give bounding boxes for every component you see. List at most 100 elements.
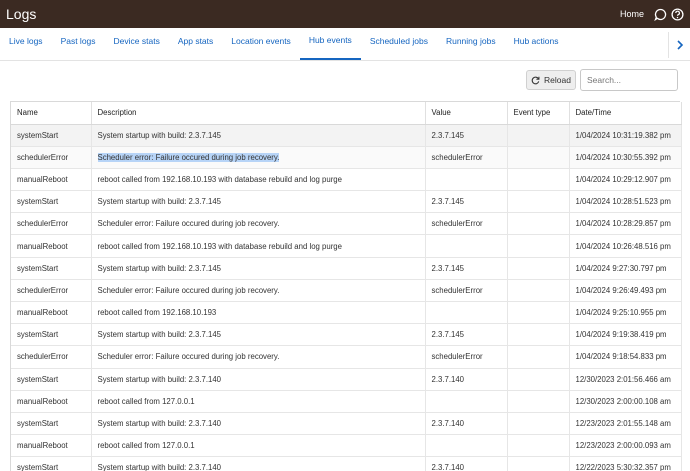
table-cell: reboot called from 192.168.10.193	[91, 301, 426, 325]
column-header-name[interactable]: Name	[11, 102, 92, 125]
table-row[interactable]: manualReboot reboot called from 127.0.0.1…	[11, 434, 682, 458]
table-row[interactable]: systemStart System startup with build: 2.…	[11, 124, 682, 147]
table-cell: 1/04/2024 9:25:10.955 pm	[569, 301, 682, 325]
table-row[interactable]: schedulerError Scheduler error: Failure o…	[11, 279, 682, 303]
table-cell: Scheduler error: Failure occured during …	[91, 212, 426, 236]
table-cell: schedulerError	[11, 146, 92, 169]
chat-icon[interactable]	[654, 8, 667, 21]
tab-hub-actions[interactable]: Hub actions	[505, 27, 568, 60]
table-cell	[507, 124, 570, 147]
table-cell: 1/04/2024 9:19:38.419 pm	[569, 323, 682, 347]
table-cell: System startup with build: 2.3.7.140	[91, 456, 426, 471]
table-row[interactable]: manualReboot reboot called from 192.168.1…	[11, 301, 682, 325]
table-cell: 1/04/2024 10:30:55.392 pm	[569, 146, 682, 169]
table-cell: 12/30/2023 2:01:56.466 am	[569, 368, 682, 391]
selected-text: Scheduler error: Failure occured during …	[97, 152, 280, 162]
table-cell: schedulerError	[425, 212, 508, 236]
tabs-scroll-right-button[interactable]	[668, 32, 690, 58]
tab-scheduled-jobs[interactable]: Scheduled jobs	[361, 27, 437, 60]
table-row[interactable]: manualReboot reboot called from 127.0.0.1…	[11, 390, 682, 413]
table-cell: systemStart	[11, 323, 92, 347]
table-cell: systemStart	[11, 456, 92, 471]
table-cell: reboot called from 127.0.0.1	[91, 434, 426, 458]
table-row[interactable]: schedulerError Scheduler error: Failure o…	[11, 345, 682, 369]
table-cell: schedulerError	[425, 345, 508, 369]
events-table: Name Description Value Event type Date/Time …	[10, 101, 682, 471]
table-cell: schedulerError	[11, 345, 92, 369]
search-input[interactable]	[580, 69, 678, 91]
table-cell: 2.3.7.145	[425, 124, 508, 147]
table-cell: System startup with build: 2.3.7.145	[91, 323, 426, 347]
table-cell: 1/04/2024 9:27:30.797 pm	[569, 257, 682, 280]
table-cell	[507, 434, 570, 458]
table-cell	[507, 190, 570, 214]
column-header-description[interactable]: Description	[91, 102, 426, 125]
table-cell	[507, 234, 570, 258]
table-cell: System startup with build: 2.3.7.145	[91, 190, 426, 214]
table-row[interactable]: systemStart System startup with build: 2.…	[11, 257, 682, 280]
table-cell: 1/04/2024 10:31:19.382 pm	[569, 124, 682, 147]
table-row[interactable]: systemStart System startup with build: 2.…	[11, 323, 682, 347]
tab-bar: Live logs Past logs Device stats App stats L…	[0, 28, 690, 61]
tab-app-stats[interactable]: App stats	[169, 27, 222, 60]
table-cell: manualReboot	[11, 301, 92, 325]
table-cell	[507, 168, 570, 192]
table-row[interactable]: systemStart System startup with build: 2.…	[11, 456, 682, 471]
table-cell: reboot called from 127.0.0.1	[91, 390, 426, 413]
table-cell: 2.3.7.140	[425, 368, 508, 391]
tab-running-jobs[interactable]: Running jobs	[437, 27, 505, 60]
table-cell: systemStart	[11, 412, 92, 436]
column-header-value[interactable]: Value	[425, 102, 508, 125]
top-bar: Logs Home	[0, 0, 690, 28]
table-cell	[507, 412, 570, 436]
table-cell: schedulerError	[425, 279, 508, 303]
table-cell: 2.3.7.145	[425, 190, 508, 214]
table-cell	[507, 257, 570, 280]
table-cell: systemStart	[11, 190, 92, 214]
table-cell: manualReboot	[11, 234, 92, 258]
table-cell: 1/04/2024 10:28:51.523 pm	[569, 190, 682, 214]
table-cell: 1/04/2024 10:29:12.907 pm	[569, 168, 682, 192]
table-cell: 12/30/2023 2:00:00.108 am	[569, 390, 682, 413]
table-cell: 2.3.7.145	[425, 323, 508, 347]
tab-location-events[interactable]: Location events	[222, 27, 300, 60]
tab-device-stats[interactable]: Device stats	[105, 27, 169, 60]
table-cell	[507, 146, 570, 169]
table-header: Name Description Value Event type Date/Time	[11, 102, 682, 125]
help-icon[interactable]	[671, 7, 684, 21]
table-cell	[425, 168, 508, 192]
table-cell: reboot called from 192.168.10.193 with d…	[91, 234, 426, 258]
home-link[interactable]: Home	[620, 9, 644, 19]
table-row[interactable]: manualReboot reboot called from 192.168.1…	[11, 168, 682, 192]
toolbar: Reload	[0, 66, 690, 94]
tab-live-logs[interactable]: Live logs	[0, 27, 52, 60]
table-cell	[425, 301, 508, 325]
table-cell: 1/04/2024 10:28:29.857 pm	[569, 212, 682, 236]
table-cell: reboot called from 192.168.10.193 with d…	[91, 168, 426, 192]
table-cell	[507, 456, 570, 471]
table-cell	[507, 345, 570, 369]
table-cell: 1/04/2024 9:26:49.493 pm	[569, 279, 682, 303]
page-title: Logs	[6, 6, 37, 22]
table-row[interactable]: systemStart System startup with build: 2.…	[11, 190, 682, 214]
table-row[interactable]: systemStart System startup with build: 2.…	[11, 412, 682, 436]
refresh-icon	[531, 76, 540, 84]
table-cell: 2.3.7.140	[425, 412, 508, 436]
tab-hub-events[interactable]: Hub events	[299, 27, 361, 60]
table-cell: Scheduler error: Failure occured during …	[91, 345, 426, 369]
table-cell: systemStart	[11, 124, 92, 147]
reload-label: Reload	[544, 75, 571, 85]
table-cell	[425, 390, 508, 413]
table-row[interactable]: schedulerError Scheduler error: Failure o…	[11, 146, 682, 169]
column-header-event-type[interactable]: Event type	[507, 102, 570, 125]
table-row[interactable]: manualReboot reboot called from 192.168.1…	[11, 234, 682, 258]
table-row[interactable]: systemStart System startup with build: 2.…	[11, 368, 682, 391]
table-cell: Scheduler error: Failure occured during …	[91, 279, 426, 303]
table-cell	[425, 234, 508, 258]
column-header-date-time[interactable]: Date/Time	[569, 102, 682, 125]
table-cell: 1/04/2024 10:26:48.516 pm	[569, 234, 682, 258]
tab-past-logs[interactable]: Past logs	[52, 27, 105, 60]
table-row[interactable]: schedulerError Scheduler error: Failure o…	[11, 212, 682, 236]
reload-button[interactable]: Reload	[526, 70, 576, 90]
table-cell: System startup with build: 2.3.7.145	[91, 124, 426, 147]
